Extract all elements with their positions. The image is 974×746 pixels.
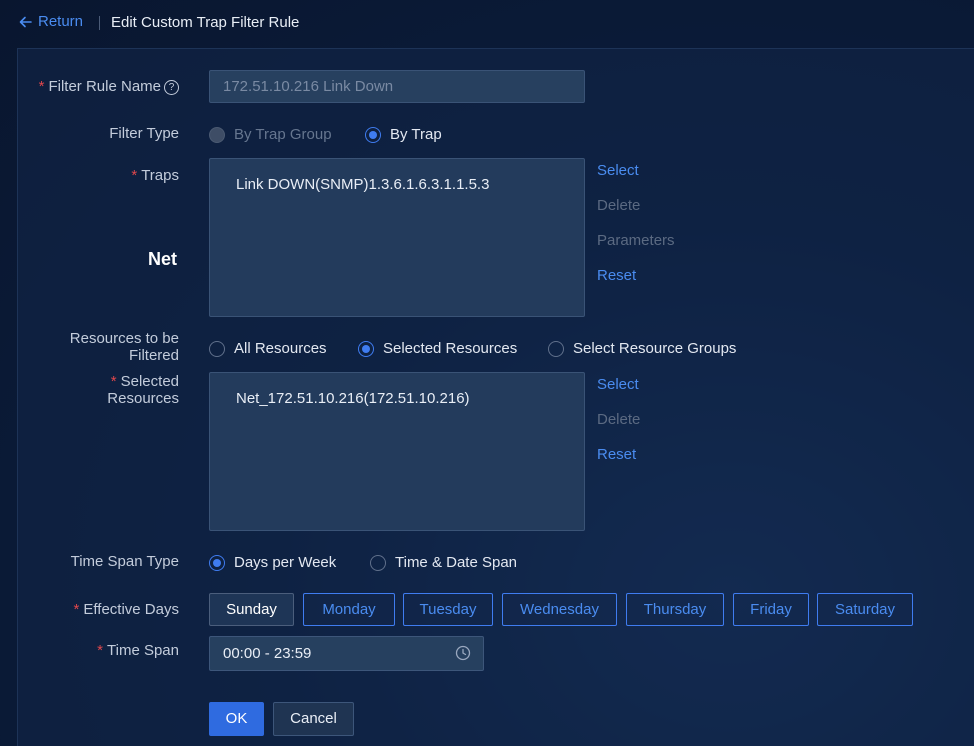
required-marker: * [110, 373, 117, 390]
time-span-picker[interactable]: 00:00 - 23:59 [209, 636, 484, 671]
return-link[interactable]: Return [18, 13, 83, 30]
radio-all-resources[interactable]: All Resources [209, 340, 327, 357]
filter-rule-name-input: 172.51.10.216 Link Down [209, 70, 585, 103]
day-monday[interactable]: Monday [303, 593, 395, 626]
time-span-value: 00:00 - 23:59 [223, 645, 312, 662]
day-friday[interactable]: Friday [733, 593, 809, 626]
radio-days-per-week[interactable]: Days per Week [209, 554, 336, 571]
day-tuesday[interactable]: Tuesday [403, 593, 493, 626]
required-marker: * [73, 601, 80, 618]
time-span-label: * Time Span [97, 642, 179, 659]
radio-label: Select Resource Groups [573, 340, 737, 357]
radio-label: All Resources [234, 340, 327, 357]
effective-days-label-text: Effective Days [83, 601, 179, 618]
radio-dot [358, 340, 374, 357]
radio-by-trap[interactable]: By Trap [365, 126, 442, 143]
traps-label: * Traps [131, 167, 179, 184]
selected-resources-label: * Selected Resources [107, 373, 179, 407]
selected-resources-label-line1: Selected [120, 373, 179, 390]
help-icon[interactable]: ? [164, 80, 179, 95]
resources-filter-label: Resources to be Filtered [70, 330, 179, 364]
traps-parameters-button: Parameters [597, 232, 675, 249]
time-span-label-text: Time Span [107, 642, 179, 659]
arrow-left-icon [19, 16, 32, 27]
radio-label: By Trap [390, 126, 442, 143]
radio-selected-resources[interactable]: Selected Resources [358, 340, 517, 357]
filter-rule-name-label-text: Filter Rule Name [48, 78, 161, 95]
return-label: Return [38, 13, 84, 30]
day-wednesday[interactable]: Wednesday [502, 593, 617, 626]
radio-by-trap-group: By Trap Group [209, 126, 332, 143]
list-item[interactable]: Link DOWN(SNMP)1.3.6.1.6.3.1.1.5.3 [236, 176, 558, 193]
traps-list[interactable]: Link DOWN(SNMP)1.3.6.1.6.3.1.1.5.3 [209, 158, 585, 317]
time-span-type-label: Time Span Type [70, 553, 179, 570]
resources-delete-button: Delete [597, 411, 641, 428]
resources-filter-label-line2: Filtered [128, 347, 179, 364]
divider [99, 16, 100, 30]
clock-icon[interactable] [455, 645, 471, 661]
radio-label: Days per Week [234, 554, 337, 571]
selected-resources-label-line2: Resources [107, 390, 179, 407]
radio-dot [209, 126, 225, 143]
traps-delete-button: Delete [597, 197, 641, 214]
radio-label: Time & Date Span [395, 554, 517, 571]
traps-reset-button[interactable]: Reset [597, 267, 636, 284]
cancel-button[interactable]: Cancel [273, 702, 354, 736]
effective-days-label: * Effective Days [74, 601, 179, 618]
traps-select-button[interactable]: Select [597, 162, 639, 179]
list-item[interactable]: Net_172.51.10.216(172.51.10.216) [236, 390, 558, 407]
radio-dot [365, 126, 381, 143]
day-saturday[interactable]: Saturday [817, 593, 913, 626]
day-sunday[interactable]: Sunday [209, 593, 294, 626]
ok-button[interactable]: OK [209, 702, 264, 736]
radio-label: Selected Resources [383, 340, 518, 357]
filter-type-label: Filter Type [109, 125, 179, 142]
required-marker: * [131, 167, 138, 184]
traps-label-text: Traps [141, 167, 179, 184]
selected-resources-list[interactable]: Net_172.51.10.216(172.51.10.216) [209, 372, 585, 531]
net-overlay-text: Net [148, 249, 178, 269]
radio-dot [548, 340, 564, 357]
filter-rule-name-label: * Filter Rule Name? [39, 78, 179, 95]
radio-dot [370, 554, 386, 571]
radio-dot [209, 340, 225, 357]
radio-time-date-span[interactable]: Time & Date Span [370, 554, 517, 571]
resources-filter-label-line1: Resources to be [69, 330, 179, 347]
required-marker: * [38, 78, 45, 95]
radio-dot [209, 554, 225, 571]
radio-label: By Trap Group [234, 126, 332, 143]
required-marker: * [97, 642, 104, 659]
resources-reset-button[interactable]: Reset [597, 446, 636, 463]
day-thursday[interactable]: Thursday [626, 593, 724, 626]
resources-select-button[interactable]: Select [597, 376, 639, 393]
radio-select-resource-groups[interactable]: Select Resource Groups [548, 340, 736, 357]
page-title: Edit Custom Trap Filter Rule [111, 14, 300, 31]
top-bar: Return Edit Custom Trap Filter Rule [0, 0, 974, 48]
